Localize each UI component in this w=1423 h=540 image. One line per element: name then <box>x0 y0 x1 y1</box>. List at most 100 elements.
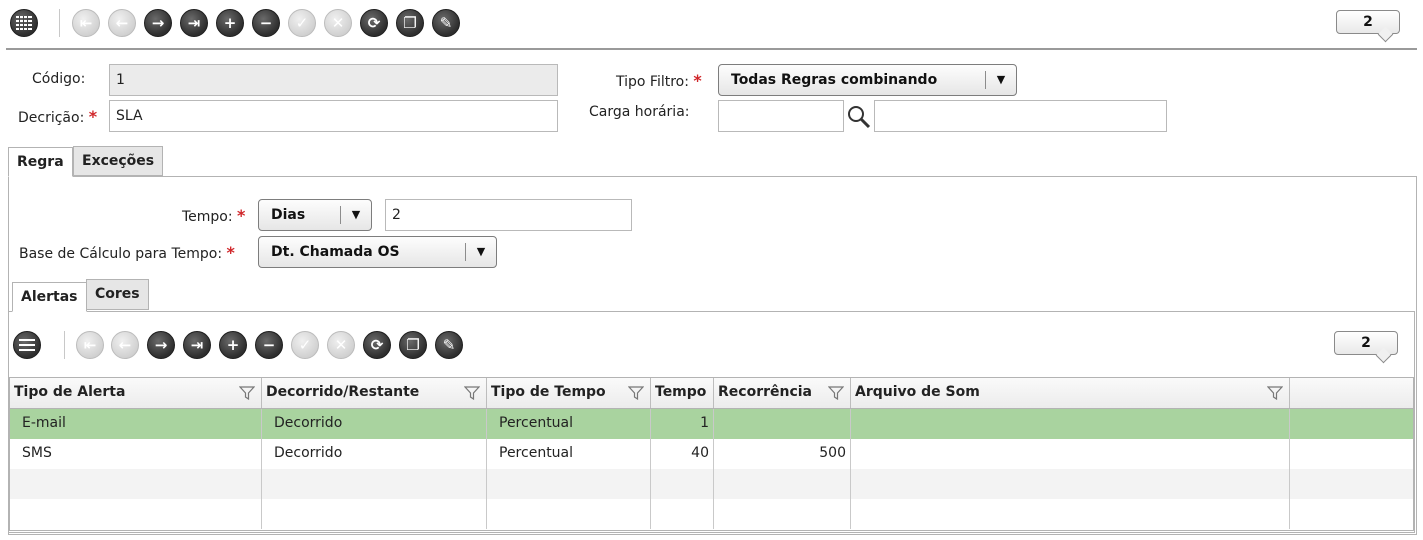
arrow-left-icon: ← <box>118 335 132 354</box>
cell-arquivo-som[interactable] <box>851 409 1290 439</box>
cell-tipo-tempo[interactable] <box>487 469 651 499</box>
attach-button[interactable]: ✎ <box>432 9 460 37</box>
alert-refresh-button[interactable]: ⟳ <box>363 331 391 359</box>
column-header-decorrido-restante[interactable]: Decorrido/Restante <box>262 378 487 408</box>
tab-alertas[interactable]: Alertas <box>12 282 87 312</box>
table-row[interactable] <box>10 499 1413 529</box>
carga-horaria-code-field[interactable] <box>718 100 844 132</box>
base-calculo-select[interactable]: Dt. Chamada OS ▼ <box>258 236 497 268</box>
codigo-field[interactable]: 1 <box>109 64 558 96</box>
next-record-button[interactable]: → <box>144 9 172 37</box>
chevron-down-icon[interactable]: ▼ <box>465 243 496 261</box>
cell-tipo-alerta[interactable]: SMS <box>10 439 262 469</box>
refresh-button[interactable]: ⟳ <box>360 9 388 37</box>
cell-tipo-alerta[interactable] <box>10 499 262 529</box>
column-header-tempo[interactable]: Tempo <box>651 378 714 408</box>
cell-recorrencia[interactable] <box>714 469 851 499</box>
cell-decorrido-restante[interactable]: Decorrido <box>262 409 487 439</box>
confirm-button[interactable]: ✓ <box>288 9 316 37</box>
minus-icon: − <box>262 335 276 354</box>
alert-record-counter-value: 2 <box>1361 335 1371 351</box>
alert-first-button[interactable]: ⇤ <box>76 331 104 359</box>
cell-tipo-alerta[interactable] <box>10 469 262 499</box>
cell-tempo[interactable]: 1 <box>651 409 714 439</box>
table-row[interactable]: SMS Decorrido Percentual 40 500 <box>10 439 1413 469</box>
first-record-button[interactable]: ⇤ <box>72 9 100 37</box>
grid-header: Tipo de Alerta Decorrido/Restante Tipo d… <box>10 378 1413 409</box>
plus-icon: + <box>226 335 240 354</box>
required-mark: * <box>237 206 246 225</box>
cell-tipo-tempo[interactable]: Percentual <box>487 409 651 439</box>
carga-horaria-desc-field[interactable] <box>874 100 1167 132</box>
descricao-field[interactable]: SLA <box>109 100 558 132</box>
search-icon[interactable] <box>846 104 872 130</box>
first-icon: ⇤ <box>83 335 97 354</box>
filter-icon[interactable] <box>464 386 480 400</box>
alert-add-button[interactable]: + <box>219 331 247 359</box>
cell-recorrencia[interactable] <box>714 499 851 529</box>
alert-prev-button[interactable]: ← <box>111 331 139 359</box>
cell-decorrido-restante[interactable] <box>262 499 487 529</box>
cell-recorrencia[interactable] <box>714 409 851 439</box>
column-header-recorrencia[interactable]: Recorrência <box>714 378 851 408</box>
chevron-down-icon[interactable]: ▼ <box>340 206 371 224</box>
cell-tipo-alerta[interactable]: E-mail <box>10 409 262 439</box>
prev-record-button[interactable]: ← <box>108 9 136 37</box>
table-row-selected[interactable]: E-mail Decorrido Percentual 1 <box>10 409 1413 439</box>
filter-icon[interactable] <box>828 386 844 400</box>
alert-confirm-button[interactable]: ✓ <box>291 331 319 359</box>
required-mark: * <box>226 243 235 262</box>
cell-tempo[interactable]: 40 <box>651 439 714 469</box>
alert-cancel-button[interactable]: ✕ <box>327 331 355 359</box>
filter-icon[interactable] <box>628 386 644 400</box>
record-counter[interactable]: 2 <box>1336 10 1400 43</box>
tempo-label: Tempo: * <box>182 206 245 225</box>
alert-attach-button[interactable]: ✎ <box>435 331 463 359</box>
cell-tempo[interactable] <box>651 499 714 529</box>
cell-arquivo-som[interactable] <box>851 469 1290 499</box>
tempo-value-field[interactable]: 2 <box>385 199 632 231</box>
plus-icon: + <box>223 13 237 32</box>
cell-decorrido-restante[interactable] <box>262 469 487 499</box>
add-button[interactable]: + <box>216 9 244 37</box>
cell-arquivo-som[interactable] <box>851 439 1290 469</box>
tempo-unit-select[interactable]: Dias ▼ <box>258 199 372 231</box>
descricao-label-text: Decrição: <box>18 110 85 126</box>
base-calculo-label-text: Base de Cálculo para Tempo: <box>19 246 223 262</box>
base-calculo-label: Base de Cálculo para Tempo: * <box>19 243 235 262</box>
copy-button[interactable]: ❐ <box>396 9 424 37</box>
filter-icon[interactable] <box>239 386 255 400</box>
filter-icon[interactable] <box>1267 386 1283 400</box>
tipo-filtro-label: Tipo Filtro: * <box>616 71 702 90</box>
codigo-label: Código: <box>32 71 86 87</box>
column-header-tipo-alerta[interactable]: Tipo de Alerta <box>10 378 262 408</box>
remove-button[interactable]: − <box>252 9 280 37</box>
cell-recorrencia[interactable]: 500 <box>714 439 851 469</box>
cell-decorrido-restante[interactable]: Decorrido <box>262 439 487 469</box>
main-toolbar: ⇤ ← → ⇥ + − ✓ ✕ ⟳ ❐ ✎ 2 <box>0 0 1423 50</box>
cancel-button[interactable]: ✕ <box>324 9 352 37</box>
cell-tipo-tempo[interactable]: Percentual <box>487 439 651 469</box>
tab-regra[interactable]: Regra <box>8 147 73 177</box>
cell-arquivo-som[interactable] <box>851 499 1290 529</box>
tipo-filtro-select[interactable]: Todas Regras combinando ▼ <box>718 64 1017 96</box>
grid-menu-button[interactable] <box>10 9 38 37</box>
column-header-arquivo-som[interactable]: Arquivo de Som <box>851 378 1290 408</box>
tab-excecoes[interactable]: Exceções <box>73 146 164 176</box>
tab-cores[interactable]: Cores <box>86 279 149 310</box>
alert-remove-button[interactable]: − <box>255 331 283 359</box>
cell-tempo[interactable] <box>651 469 714 499</box>
alert-copy-button[interactable]: ❐ <box>399 331 427 359</box>
grid-icon <box>16 16 32 30</box>
chevron-down-icon[interactable]: ▼ <box>985 71 1016 89</box>
table-row[interactable] <box>10 469 1413 499</box>
alert-next-button[interactable]: → <box>147 331 175 359</box>
grid-options-button[interactable] <box>13 331 41 359</box>
alert-last-button[interactable]: ⇥ <box>183 331 211 359</box>
last-record-button[interactable]: ⇥ <box>180 9 208 37</box>
cell-tipo-tempo[interactable] <box>487 499 651 529</box>
column-header-label: Tipo de Tempo <box>491 384 606 400</box>
check-icon: ✓ <box>298 335 312 354</box>
column-header-tipo-tempo[interactable]: Tipo de Tempo <box>487 378 651 408</box>
alert-record-counter[interactable]: 2 <box>1334 331 1398 364</box>
